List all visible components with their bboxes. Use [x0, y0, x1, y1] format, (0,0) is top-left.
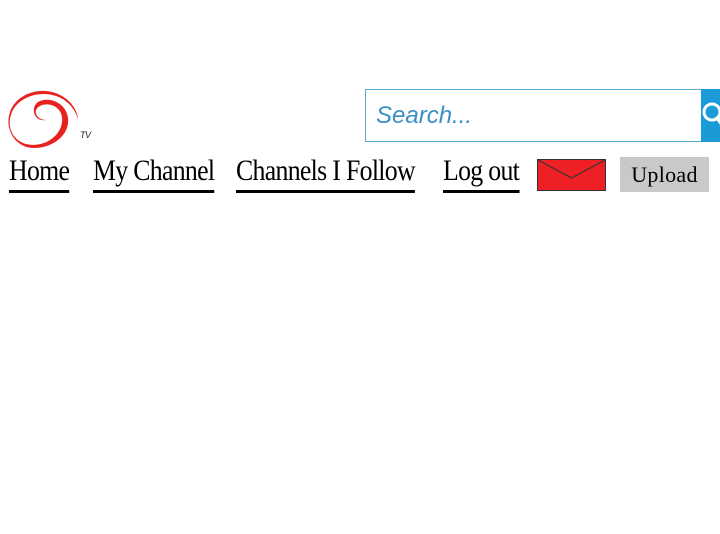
search-button[interactable]	[701, 89, 720, 142]
search-icon	[702, 102, 720, 125]
upload-button[interactable]: Upload	[620, 157, 709, 192]
logo[interactable]: TV	[6, 90, 91, 150]
swirl-logo-icon	[8, 90, 78, 148]
search-bar	[365, 89, 720, 142]
nav-channels-i-follow-link[interactable]: Channels I Follow	[236, 152, 416, 193]
messages-button[interactable]	[537, 159, 606, 191]
search-input[interactable]	[365, 89, 701, 142]
main-nav: Home My Channel Channels I Follow Log ou…	[0, 152, 720, 198]
envelope-icon	[537, 159, 606, 191]
page: TV Home My Channel Channels I Follow Log…	[0, 0, 720, 534]
nav-my-channel-link[interactable]: My Channel	[93, 152, 215, 193]
nav-log-out-link[interactable]: Log out	[443, 152, 520, 193]
nav-home-link[interactable]: Home	[9, 152, 70, 193]
logo-text: TV	[80, 130, 91, 140]
